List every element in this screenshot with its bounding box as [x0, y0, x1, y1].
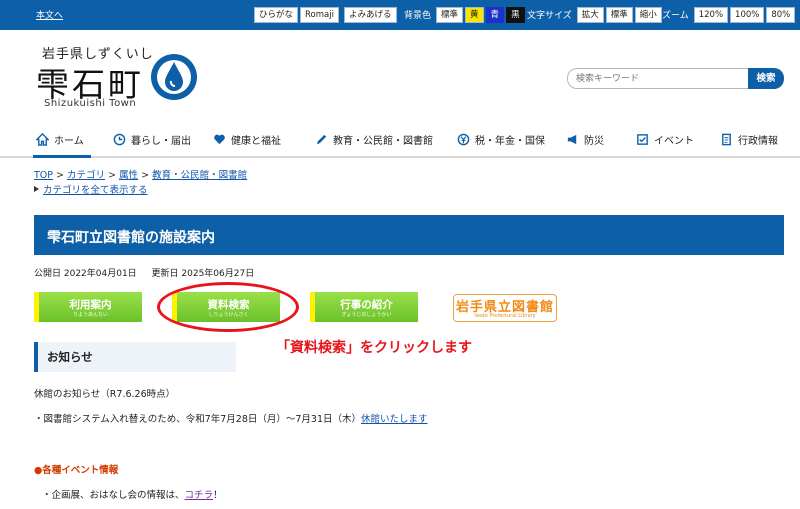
- bg-color-label: 背景色: [404, 11, 432, 21]
- nav-events[interactable]: イベント: [636, 132, 694, 147]
- nav-label-administration: 行政情報: [738, 136, 778, 147]
- zoom-100-button[interactable]: 100%: [730, 6, 765, 23]
- events-intro-button[interactable]: 行事の紹介 ぎょうじのしょうかい: [310, 292, 418, 322]
- search-button[interactable]: 検索: [748, 68, 784, 89]
- event-info-link[interactable]: コチラ: [185, 490, 214, 501]
- breadcrumb-separator: >: [56, 170, 65, 181]
- clock-icon: [113, 133, 126, 146]
- nav-label-tax: 税・年金・国保: [475, 136, 545, 147]
- page-title: 雫石町立図書館の施設案内: [47, 230, 215, 246]
- event-info-text: ・企画展、おはなし会の情報は、コチラ！: [42, 487, 223, 501]
- iwate-prefectural-library-banner[interactable]: 岩手県立図書館 Iwate Prefectural Library: [453, 294, 557, 322]
- nav-disaster[interactable]: 防災: [566, 132, 604, 147]
- event-text-end: ！: [213, 490, 223, 501]
- bg-standard-button[interactable]: 標準: [436, 6, 464, 23]
- bg-black-button[interactable]: 黒: [506, 6, 525, 23]
- breadcrumb-separator: >: [108, 170, 117, 181]
- page-dates: 公開日 2022年04月01日 更新日 2025年06月27日: [34, 266, 266, 279]
- events-intro-label: 行事の紹介: [340, 299, 393, 311]
- notice-heading-bar: お知らせ: [34, 342, 236, 372]
- closure-notice-text: ・図書館システム入れ替えのため、令和7年7月28日（月）～7月31日（木）休館い…: [34, 411, 428, 425]
- utility-bar: 本文へ ひらがな Romaji よみあげる 背景色 標準 黄 青 黒 文字サイズ…: [0, 0, 800, 30]
- usage-guide-label: 利用案内: [69, 299, 112, 311]
- events-intro-kana: ぎょうじのしょうかい: [341, 312, 392, 318]
- event-text: ・企画展、おはなし会の情報は、: [42, 490, 185, 501]
- bg-yellow-button[interactable]: 黄: [465, 6, 484, 23]
- breadcrumb-top-link[interactable]: TOP: [34, 170, 53, 181]
- global-nav: ホーム 暮らし・届出 健康と福祉 教育・公民館・図書館 税・年金・国保 防災 イ…: [0, 126, 800, 158]
- updated-date: 更新日 2025年06月27日: [151, 269, 255, 279]
- breadcrumb-attribute-link[interactable]: 属性: [119, 170, 138, 181]
- text-larger-button[interactable]: 拡大: [576, 6, 604, 23]
- romaji-button[interactable]: Romaji: [300, 6, 339, 23]
- event-info-heading: ●各種イベント情報: [34, 465, 119, 476]
- usage-guide-button[interactable]: 利用案内 りようあんない: [34, 292, 142, 322]
- instruction-annotation: 「資料検索」をクリックします: [276, 340, 472, 356]
- zoom-group: ズーム 120% 100% 80%: [662, 6, 796, 23]
- pencil-icon: [316, 134, 327, 145]
- nav-education[interactable]: 教育・公民館・図書館: [315, 132, 433, 147]
- bg-blue-button[interactable]: 青: [485, 6, 505, 23]
- text-standard-button[interactable]: 標準: [605, 6, 633, 23]
- nav-label-living: 暮らし・届出: [131, 136, 191, 147]
- nav-tax[interactable]: 税・年金・国保: [457, 132, 545, 147]
- closure-link[interactable]: 休館いたします: [361, 414, 428, 425]
- show-all-categories: カテゴリを全て表示する: [34, 182, 148, 196]
- highlight-oval: [157, 282, 299, 332]
- show-all-categories-link[interactable]: カテゴリを全て表示する: [43, 185, 148, 196]
- home-icon: [36, 133, 49, 146]
- site-search: 検索: [567, 68, 784, 89]
- text-size-group: 文字サイズ 拡大 標準 縮小: [527, 6, 662, 23]
- nav-health[interactable]: 健康と福祉: [213, 132, 281, 147]
- triangle-icon: [34, 186, 39, 192]
- search-input[interactable]: [567, 68, 748, 89]
- reading-tools: ひらがな Romaji: [254, 6, 339, 23]
- notice-heading: お知らせ: [47, 350, 93, 364]
- nav-home[interactable]: ホーム: [36, 132, 84, 147]
- nav-label-disaster: 防災: [584, 136, 604, 147]
- event-icon: [637, 134, 648, 145]
- nav-label-education: 教育・公民館・図書館: [333, 136, 433, 147]
- nav-label-health: 健康と福祉: [231, 136, 281, 147]
- page-title-bar: 雫石町立図書館の施設案内: [34, 215, 784, 255]
- document-icon: [722, 133, 731, 146]
- breadcrumb-education-link[interactable]: 教育・公民館・図書館: [152, 170, 247, 181]
- background-color-group: 背景色 標準 黄 青 黒: [404, 6, 525, 23]
- breadcrumb-category-link[interactable]: カテゴリ: [67, 170, 105, 181]
- town-emblem-icon[interactable]: [149, 52, 199, 102]
- text-smaller-button[interactable]: 縮小: [634, 6, 662, 23]
- published-date: 公開日 2022年04月01日: [34, 269, 137, 279]
- closure-notice-title: 休館のお知らせ（R7.6.26時点）: [34, 389, 176, 400]
- closure-text: ・図書館システム入れ替えのため、令和7年7月28日（月）～7月31日（木）: [34, 414, 362, 425]
- read-aloud-group: よみあげる: [344, 6, 397, 23]
- zoom-80-button[interactable]: 80%: [766, 6, 796, 23]
- logo-english-text: Shizukuishi Town: [44, 98, 137, 109]
- nav-living[interactable]: 暮らし・届出: [113, 132, 191, 147]
- zoom-120-button[interactable]: 120%: [693, 6, 729, 23]
- yen-icon: [457, 133, 470, 146]
- nav-administration[interactable]: 行政情報: [720, 132, 778, 147]
- hiragana-button[interactable]: ひらがな: [254, 6, 299, 23]
- read-aloud-button[interactable]: よみあげる: [344, 6, 397, 23]
- megaphone-icon: [567, 134, 577, 145]
- nav-active-indicator: [33, 155, 91, 158]
- nav-label-events: イベント: [654, 136, 694, 147]
- skip-to-content-link[interactable]: 本文へ: [36, 8, 63, 21]
- heart-icon: [214, 134, 225, 145]
- nav-label-home: ホーム: [54, 136, 84, 147]
- zoom-label: ズーム: [662, 11, 689, 21]
- breadcrumb: TOP > カテゴリ > 属性 > 教育・公民館・図書館: [34, 167, 247, 181]
- pref-library-english: Iwate Prefectural Library: [474, 313, 536, 319]
- text-size-label: 文字サイズ: [527, 11, 572, 21]
- breadcrumb-separator: >: [141, 170, 150, 181]
- usage-guide-kana: りようあんない: [72, 312, 108, 318]
